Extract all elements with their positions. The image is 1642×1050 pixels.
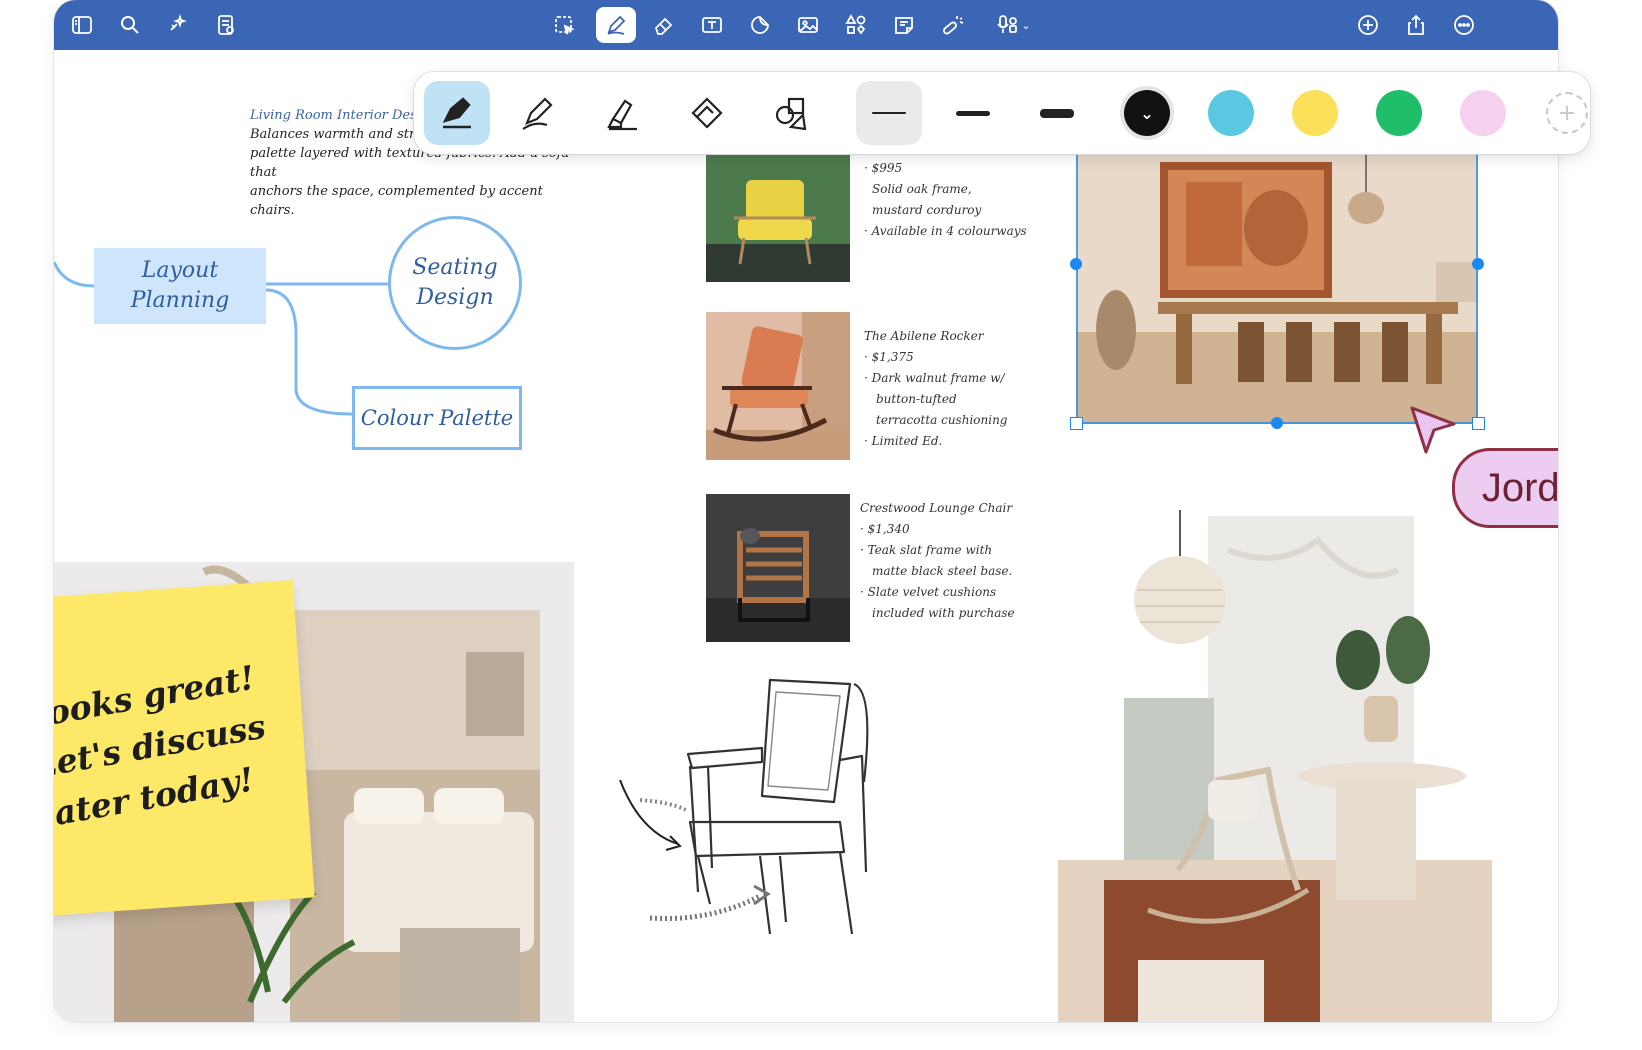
mind-map-node-colour-palette[interactable]: Colour Palette (352, 386, 522, 450)
product-name: Crestwood Lounge Chair (860, 501, 1013, 515)
plus-icon: + (1557, 100, 1577, 126)
stroke-thin-icon (872, 112, 906, 114)
mind-map-node-layout[interactable]: Layout Planning (94, 248, 266, 324)
color-swatch-pink[interactable] (1460, 90, 1506, 136)
moodboard-collage[interactable] (1058, 510, 1510, 1022)
product-price: · $995 (864, 161, 903, 175)
product-detail: button-tufted (876, 392, 957, 406)
product-detail: · Slate velvet cushions (860, 585, 997, 599)
eraser-icon (691, 97, 723, 129)
collaborator-name-tag: Jordan (1452, 448, 1558, 528)
image-icon[interactable] (792, 9, 824, 41)
product-detail: · Teak slat frame with (860, 543, 993, 557)
product-price: · $1,375 (864, 350, 914, 364)
product-annotation: · $995 Solid oak frame, mustard corduroy… (864, 158, 1054, 242)
stroke-medium-icon (956, 110, 990, 116)
product-detail: · Limited Ed. (864, 434, 943, 448)
product-detail: mustard corduroy (872, 203, 982, 217)
checkmark-chevron-icon: ⌄ (1140, 103, 1154, 123)
node-label: Seating (412, 255, 498, 280)
resize-handle[interactable] (1271, 417, 1283, 429)
resize-handle[interactable] (1070, 258, 1082, 270)
ball-pen-tool[interactable] (506, 81, 572, 145)
resize-handle[interactable] (1070, 417, 1083, 430)
product-detail: included with purchase (872, 606, 1015, 620)
node-label: Design (416, 285, 494, 310)
selection-frame (1076, 152, 1478, 424)
stroke-medium-option[interactable] (940, 81, 1006, 145)
highlighter-tool[interactable] (590, 81, 656, 145)
note-icon[interactable] (888, 9, 920, 41)
product-photo-crestwood-lounge-chair[interactable] (706, 494, 850, 642)
chair-sketch[interactable] (590, 672, 950, 952)
shapes-icon[interactable] (840, 9, 872, 41)
product-detail: · Available in 4 colourways (864, 224, 1027, 238)
color-swatch-black-selected[interactable]: ⌄ (1124, 90, 1170, 136)
node-label: Planning (130, 288, 230, 313)
pen-tool-icon[interactable] (596, 7, 636, 43)
laser-pointer-icon[interactable] (936, 9, 968, 41)
mind-map-node-seating[interactable]: Seating Design (388, 216, 522, 350)
collaborator-cursor-icon (1410, 406, 1456, 454)
product-detail: terracotta cushioning (876, 413, 1008, 427)
record-audio-button[interactable]: ⌄ (986, 9, 1040, 41)
more-icon[interactable] (1448, 9, 1480, 41)
color-swatch-cyan[interactable] (1208, 90, 1254, 136)
product-photo-yellow-chair[interactable] (706, 152, 850, 282)
fountain-pen-icon (442, 97, 471, 129)
highlighter-icon (607, 99, 637, 131)
sticky-note[interactable]: Looks great! Let's discuss later today! (54, 579, 315, 919)
resize-handle[interactable] (1472, 258, 1484, 270)
eraser-icon[interactable] (648, 9, 680, 41)
share-icon[interactable] (1400, 9, 1432, 41)
color-swatch-yellow[interactable] (1292, 90, 1338, 136)
chevron-down-icon: ⌄ (1021, 18, 1031, 32)
shapes-icon (775, 97, 807, 131)
product-name: The Abilene Rocker (864, 329, 984, 343)
product-detail: Solid oak frame, (872, 182, 972, 196)
node-label: Layout (141, 258, 219, 283)
text-box-icon[interactable] (696, 9, 728, 41)
ball-pen-icon (522, 97, 553, 130)
node-label: Colour Palette (360, 406, 514, 430)
stroke-thin-option[interactable] (856, 81, 922, 145)
microphone-icon (997, 15, 1018, 33)
product-photo-abilene-rocker[interactable] (706, 312, 850, 460)
eraser-tool[interactable] (674, 81, 740, 145)
product-annotation: Crestwood Lounge Chair · $1,340 · Teak s… (860, 498, 1060, 624)
stroke-thick-icon (1040, 108, 1074, 118)
shape-tool[interactable] (758, 81, 824, 145)
product-detail: · Dark walnut frame w/ (864, 371, 1005, 385)
add-color-button[interactable]: + (1546, 92, 1588, 134)
resize-handle[interactable] (1472, 417, 1485, 430)
product-annotation: The Abilene Rocker · $1,375 · Dark walnu… (864, 326, 1054, 452)
product-price: · $1,340 (860, 522, 910, 536)
stroke-thick-option[interactable] (1024, 81, 1090, 145)
pen-options-toolbar: ⌄ + (414, 72, 1590, 154)
fountain-pen-tool[interactable] (424, 81, 490, 145)
product-detail: matte black steel base. (872, 564, 1013, 578)
sticker-icon[interactable] (744, 9, 776, 41)
add-page-icon[interactable] (1352, 9, 1384, 41)
color-swatch-green[interactable] (1376, 90, 1422, 136)
